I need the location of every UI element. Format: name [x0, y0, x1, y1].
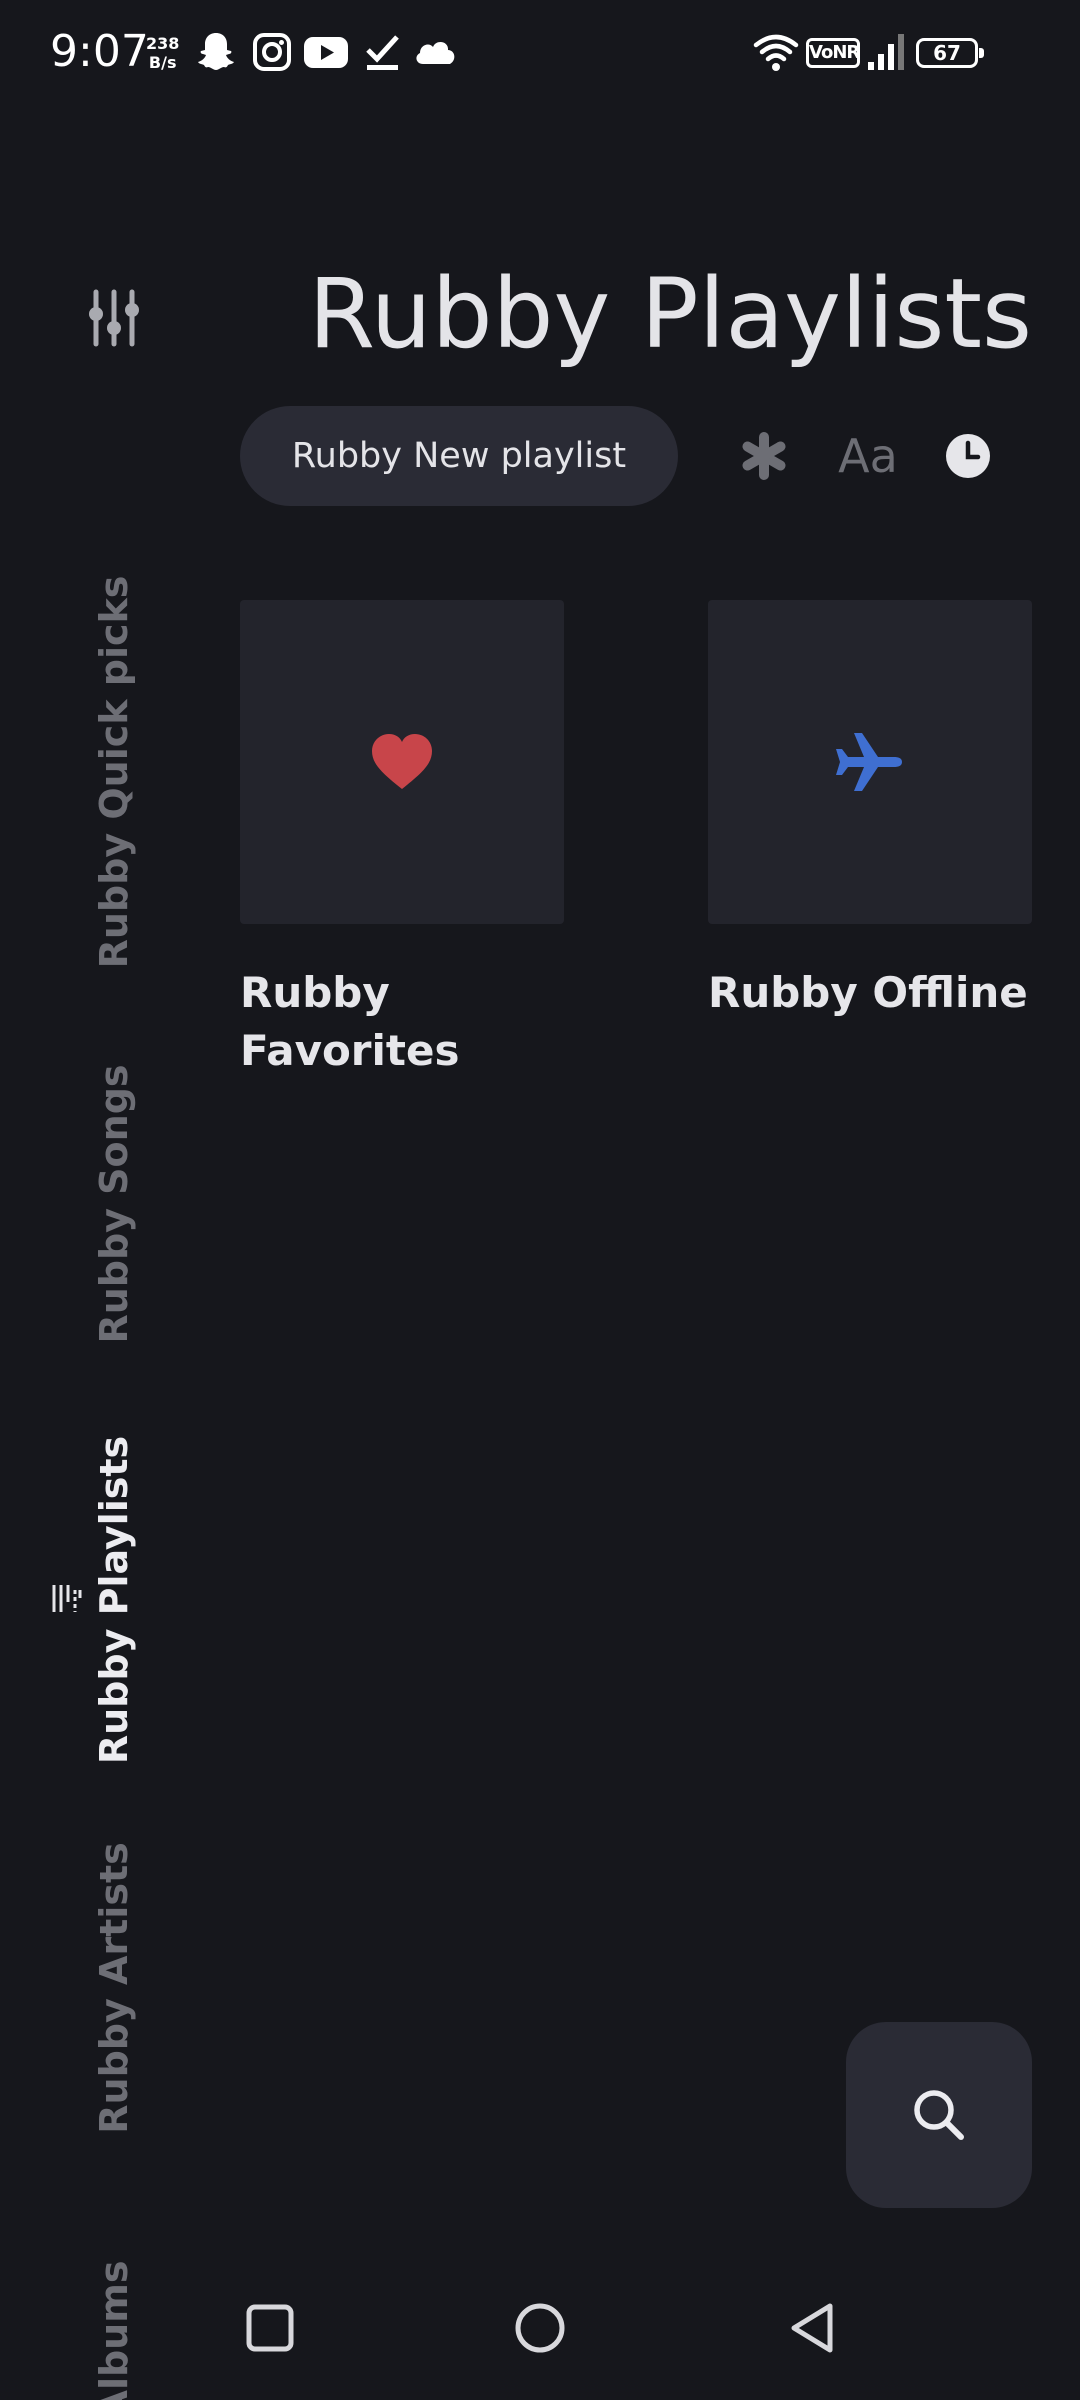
playlist-indicator-icon [52, 1585, 82, 1612]
playlist-thumbnail [708, 600, 1032, 924]
tab-quick-picks[interactable]: Rubby Quick picks [92, 576, 136, 969]
signal-icon [868, 34, 904, 70]
home-button[interactable] [502, 2290, 578, 2366]
playlist-thumbnail [240, 600, 564, 924]
search-button[interactable] [846, 2022, 1032, 2208]
tab-artists[interactable]: Rubby Artists [92, 1842, 136, 2133]
asterisk-icon [742, 432, 786, 480]
check-icon [366, 35, 399, 70]
screen: 9:07 238 B/s VoNR 67 Rubby Quick picks R… [0, 0, 1080, 2400]
sliders-icon [89, 289, 139, 347]
sort-asterisk-button[interactable] [728, 420, 800, 492]
sort-alpha-button[interactable]: Aa [832, 420, 904, 492]
playlist-card-favorites[interactable]: Rubby Favorites [240, 600, 564, 1080]
new-playlist-button[interactable]: Rubby New playlist [240, 406, 678, 506]
tab-albums[interactable]: Albums [92, 2261, 136, 2400]
back-button[interactable] [774, 2290, 850, 2366]
tab-songs[interactable]: Rubby Songs [92, 1064, 136, 1343]
home-circle-icon [515, 2303, 565, 2353]
recents-button[interactable] [232, 2290, 308, 2366]
status-time: 9:07 [50, 26, 149, 77]
cloud-icon [416, 41, 455, 64]
recents-square-icon [246, 2304, 294, 2352]
wifi-icon [753, 34, 799, 71]
youtube-icon [304, 37, 348, 68]
airplane-icon [836, 733, 902, 791]
page-title: Rubby Playlists [308, 258, 1032, 370]
network-badge: VoNR [806, 38, 860, 68]
snapchat-icon [198, 33, 234, 70]
back-triangle-icon [791, 2303, 833, 2353]
search-icon [914, 2090, 964, 2140]
battery-icon: 67 [916, 38, 978, 68]
playlist-title: Rubby Offline [708, 968, 1028, 1017]
tab-playlists[interactable]: Rubby Playlists [92, 1436, 136, 1764]
network-speed-unit: B/s [148, 53, 177, 72]
status-bar: 9:07 238 B/s VoNR 67 [0, 0, 1080, 110]
network-speed: 238 B/s [146, 34, 179, 72]
network-speed-value: 238 [146, 34, 180, 53]
instagram-icon [253, 33, 291, 71]
playlist-title: Rubby Favorites [240, 968, 460, 1075]
settings-button[interactable] [82, 282, 146, 356]
sort-clock-button[interactable] [932, 420, 1004, 492]
heart-icon [372, 734, 432, 789]
battery-nub [979, 48, 984, 58]
clock-icon [946, 434, 990, 478]
playlist-card-offline[interactable]: Rubby Offline [708, 600, 1032, 1022]
